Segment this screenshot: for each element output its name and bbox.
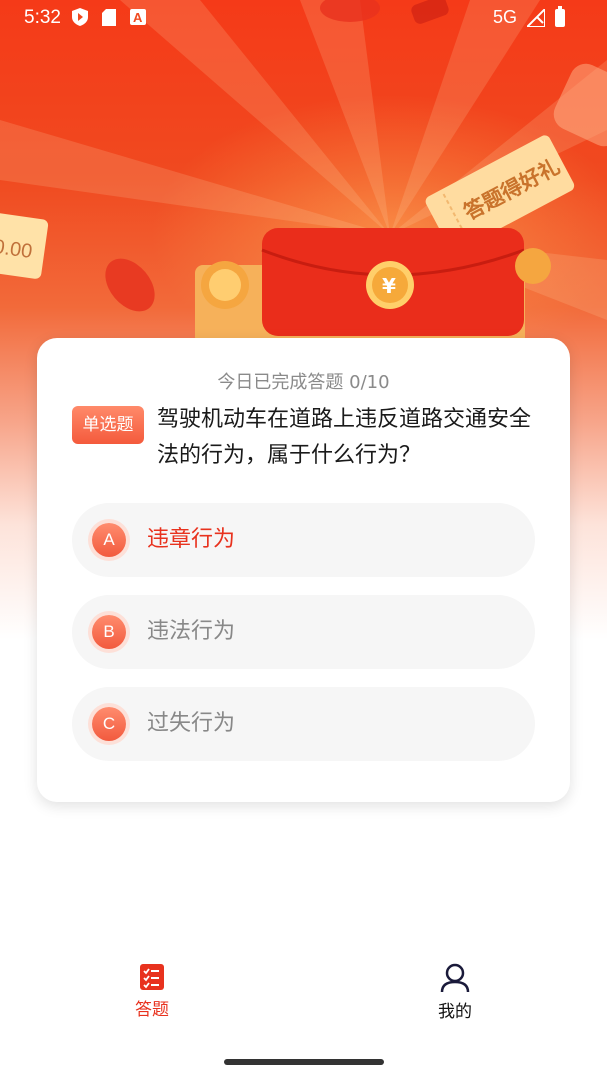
quiz-list-icon <box>140 964 164 990</box>
red-envelope: ¥ <box>195 228 551 345</box>
app-screen: 0.00 答题得好礼 ¥ 5:32 A 5G 今日已完成答题 0/10 单选题 … <box>0 0 607 1080</box>
status-bar: 5:32 A 5G <box>0 0 607 36</box>
person-icon <box>440 963 470 993</box>
option-letter-badge: A <box>92 523 126 557</box>
network-type: 5G <box>492 7 517 27</box>
question-type-badge: 单选题 <box>72 406 144 444</box>
svg-text:A: A <box>133 10 143 25</box>
coin-decoration <box>105 258 155 312</box>
option-letter-badge: B <box>92 615 126 649</box>
battery-icon <box>555 6 565 27</box>
bottom-nav: 答题 我的 <box>0 955 607 1035</box>
coupon-decoration: 0.00 <box>0 210 49 279</box>
option-label: 过失行为 <box>147 711 236 736</box>
font-a-icon: A <box>130 9 146 25</box>
signal-icon <box>527 9 545 27</box>
home-indicator[interactable] <box>224 1059 384 1065</box>
sd-card-icon <box>102 8 116 26</box>
daily-progress-text: 今日已完成答题 0/10 <box>217 372 390 393</box>
option-c[interactable]: C 过失行为 <box>72 687 535 761</box>
quiz-card: 今日已完成答题 0/10 单选题 驾驶机动车在道路上违反道路交通安全法的行为，属… <box>37 338 570 802</box>
nav-label-mine: 我的 <box>438 1002 472 1022</box>
option-label: 违章行为 <box>147 527 236 552</box>
option-label: 违法行为 <box>147 619 236 644</box>
nav-label-quiz: 答题 <box>135 1000 169 1020</box>
option-letter-badge: C <box>92 707 126 741</box>
nav-tab-mine[interactable]: 我的 <box>395 955 515 1022</box>
status-icons-left: A <box>72 8 146 26</box>
option-a[interactable]: A 违章行为 <box>72 503 535 577</box>
nav-tab-quiz[interactable]: 答题 <box>92 955 212 1020</box>
question-text: 驾驶机动车在道路上违反道路交通安全法的行为，属于什么行为？ <box>157 407 532 468</box>
coupon-text: 0.00 <box>0 236 34 263</box>
envelope-yuan-symbol: ¥ <box>382 274 396 298</box>
option-b[interactable]: B 违法行为 <box>72 595 535 669</box>
shield-play-icon <box>72 8 88 26</box>
status-time: 5:32 <box>24 7 61 28</box>
